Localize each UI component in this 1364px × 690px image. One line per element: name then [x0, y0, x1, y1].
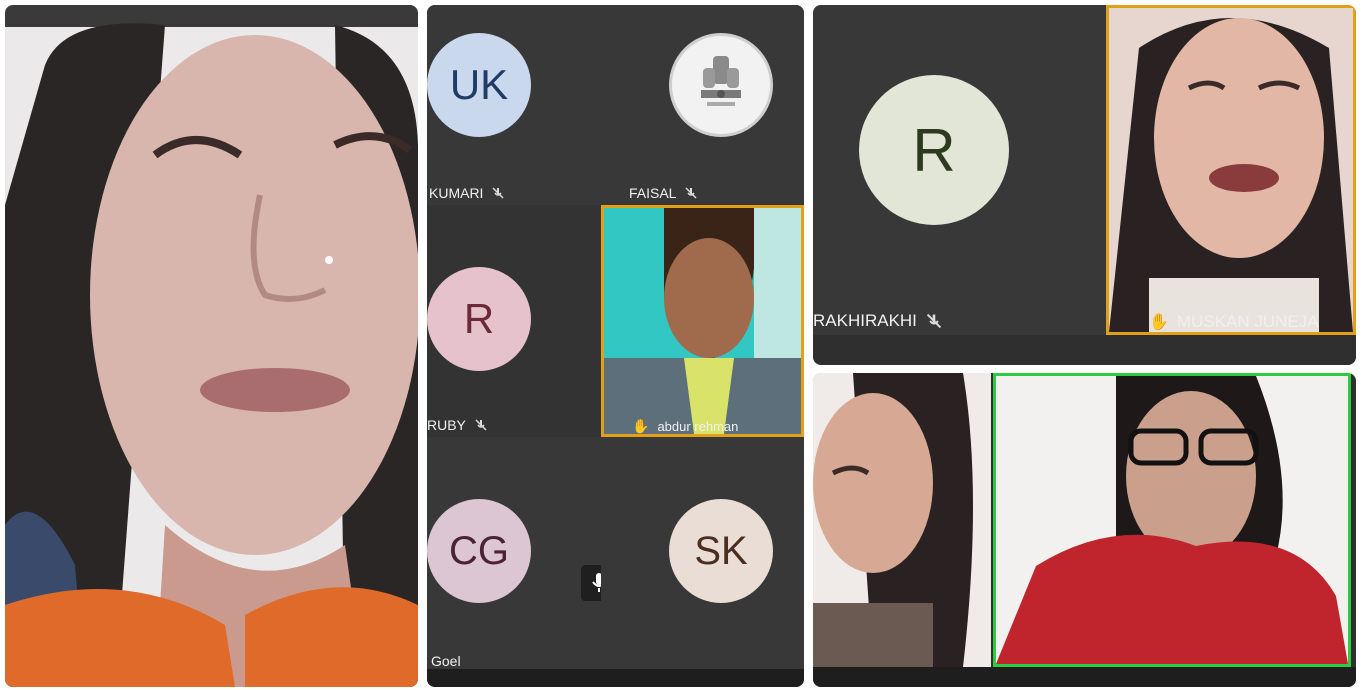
avatar: SK: [669, 499, 773, 603]
participant-name: Goel: [431, 653, 461, 669]
bottom-bar: [427, 669, 804, 687]
avatar-initials: UK: [449, 61, 509, 108]
participant-grid: UK KUMARI FAISAL R RUBY ✋ abdur rehman C…: [427, 5, 804, 687]
participant-name: FAISAL: [629, 185, 677, 201]
raise-hand-icon: ✋: [1149, 314, 1169, 331]
avatar: CG: [427, 499, 531, 603]
participant-name-row: Goel: [431, 653, 461, 669]
mic-off-icon: [926, 313, 942, 329]
participant-tile[interactable]: UK KUMARI: [427, 5, 601, 205]
participant-tile[interactable]: CG Goel: [427, 437, 601, 669]
avatar: R: [859, 75, 1009, 225]
participant-name: KUMARI: [429, 185, 484, 201]
mic-off-icon: [475, 419, 487, 431]
participant-name-row: RUBY: [427, 417, 488, 433]
participant-video: [604, 208, 801, 434]
bottom-bar: [813, 667, 1356, 687]
participant-video: [5, 5, 418, 687]
emblem-logo: [669, 33, 773, 137]
avatar-initials: R: [463, 295, 495, 342]
participant-grid-top-right: R RAKHIRAKHI ✋ MUSKAN JUNEJA: [813, 5, 1356, 365]
participant-video: [1109, 8, 1353, 332]
avatar-initials: SK: [694, 528, 748, 573]
participant-name-row: KUMARI: [429, 185, 505, 201]
participant-name-row: FAISAL: [629, 185, 698, 201]
participant-name: abdur rehman: [657, 419, 739, 434]
raise-hand-icon: ✋: [632, 418, 650, 434]
participant-name-row: ✋ abdur rehman: [632, 418, 739, 434]
participant-video: [996, 376, 1348, 664]
participant-tile[interactable]: R RAKHIRAKHI: [813, 5, 1106, 335]
participant-tile[interactable]: FAISAL: [601, 5, 804, 205]
emblem-icon: [701, 56, 741, 106]
participant-name-row: RAKHIRAKHI: [813, 311, 943, 331]
participant-name: RUBY: [427, 417, 466, 433]
mic-off-icon: [492, 187, 504, 199]
participant-name: RAKHIRAKHI: [813, 311, 917, 330]
participant-tile-active-speaker[interactable]: ✋ MUSKAN JUNEJA: [1106, 5, 1356, 335]
video-tile-left[interactable]: [5, 5, 418, 687]
participant-tile-active-speaker[interactable]: [993, 373, 1351, 667]
participant-name-row: ✋ MUSKAN JUNEJA: [1149, 312, 1319, 332]
participant-tile[interactable]: [813, 373, 991, 667]
participant-grid-bottom-right: [813, 373, 1356, 687]
avatar-initials: CG: [449, 528, 509, 573]
avatar-initials: R: [912, 116, 956, 184]
participant-name: MUSKAN JUNEJA: [1176, 312, 1319, 331]
participant-video: [813, 373, 991, 667]
participant-tile[interactable]: R RUBY: [427, 205, 601, 437]
mic-off-icon: [685, 187, 697, 199]
avatar: UK: [427, 33, 531, 137]
participant-tile-active-speaker[interactable]: ✋ abdur rehman: [601, 205, 804, 437]
participant-tile[interactable]: SK: [601, 437, 804, 669]
avatar: R: [427, 267, 531, 371]
